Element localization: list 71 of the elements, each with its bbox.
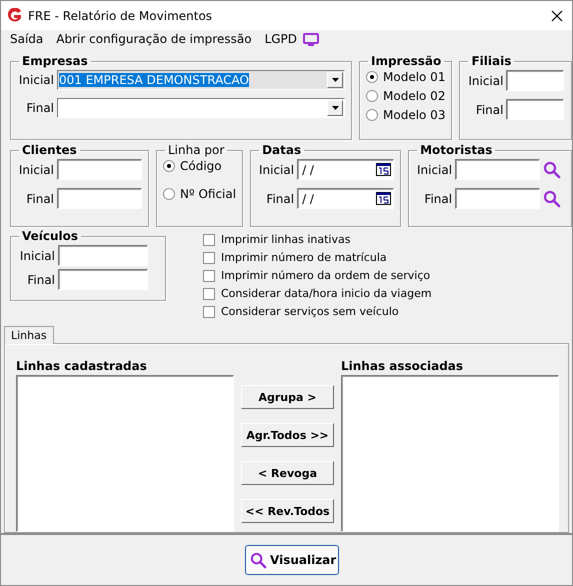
date-field[interactable]: / /	[297, 188, 394, 209]
field-label: Inicial	[18, 162, 54, 176]
search-icon[interactable]	[543, 190, 562, 208]
checkbox-label: Imprimir número de matrícula	[221, 251, 387, 264]
checkbox[interactable]	[203, 270, 215, 282]
group-title: Datas	[261, 143, 302, 157]
input-field[interactable]	[58, 245, 148, 266]
search-icon[interactable]	[543, 160, 562, 178]
logo-icon	[7, 8, 22, 23]
transfer-button[interactable]: Agrupa >	[241, 385, 334, 409]
checkbox[interactable]	[203, 306, 215, 318]
tab[interactable]: Linhas	[4, 326, 54, 344]
list-title: Linhas cadastradas	[16, 359, 148, 373]
field-label: Final	[26, 272, 55, 286]
calendar-icon[interactable]	[376, 192, 392, 205]
checkbox-label: Considerar serviços sem veículo	[221, 305, 399, 318]
group-title: Linha por	[167, 143, 226, 157]
input-field[interactable]	[506, 99, 564, 120]
close-icon[interactable]	[551, 10, 563, 22]
input-field[interactable]	[506, 70, 564, 91]
window-title: FRE - Relatório de Movimentos	[28, 8, 214, 22]
field-label: Final	[265, 192, 294, 206]
checkbox-label: Imprimir linhas inativas	[221, 233, 350, 246]
input-field[interactable]	[57, 188, 142, 209]
field-label: Inicial	[416, 162, 452, 176]
dropdown-field[interactable]: 001 EMPRESA DEMONSTRACAO	[57, 70, 345, 90]
field-label: Inicial	[467, 74, 504, 88]
search-icon[interactable]	[250, 552, 267, 568]
checkbox[interactable]	[203, 234, 215, 246]
list-box[interactable]	[341, 375, 559, 532]
checkbox-label: Considerar data/hora inicio da viagem	[221, 287, 432, 300]
radio-option[interactable]: Modelo 01	[366, 70, 446, 84]
field-label: Final	[25, 101, 54, 115]
menu-item[interactable]: Abrir configuração de impressão	[56, 32, 252, 46]
list-box[interactable]	[16, 375, 234, 532]
menu-item[interactable]: Saída	[10, 32, 44, 46]
checkbox[interactable]	[203, 288, 215, 300]
input-field[interactable]	[455, 188, 540, 209]
radio-option[interactable]: Nº Oficial	[163, 187, 236, 201]
preview-button[interactable]: Visualizar	[245, 545, 339, 575]
dropdown-field[interactable]	[57, 98, 345, 118]
monitor-icon[interactable]	[303, 32, 320, 46]
group-title: Clientes	[21, 143, 78, 157]
transfer-button[interactable]: < Revoga	[241, 461, 334, 485]
checkbox[interactable]	[203, 252, 215, 264]
checkbox-label: Imprimir número da ordem de serviço	[221, 269, 430, 282]
group-title: Motoristas	[419, 143, 494, 157]
input-field[interactable]	[455, 159, 540, 180]
list-title: Linhas associadas	[341, 359, 464, 373]
caret-icon[interactable]	[332, 106, 338, 110]
field-label: Inicial	[18, 248, 55, 262]
group-title: Filiais	[470, 54, 512, 68]
radio-option[interactable]: Código	[163, 159, 236, 173]
group-title: Impressão	[370, 54, 442, 68]
transfer-button[interactable]: << Rev.Todos	[241, 499, 334, 523]
radio-option[interactable]: Modelo 02	[366, 89, 446, 103]
field-label: Final	[423, 192, 452, 206]
caret-icon[interactable]	[332, 78, 338, 82]
group-title: Empresas	[21, 54, 89, 68]
input-field[interactable]	[57, 159, 142, 180]
date-field[interactable]: / /	[297, 159, 394, 180]
transfer-button[interactable]: Agr.Todos >>	[241, 423, 334, 447]
radio-option[interactable]: Modelo 03	[366, 108, 446, 122]
menu-item[interactable]: LGPD	[264, 32, 298, 46]
field-label: Inicial	[258, 162, 294, 176]
field-label: Final	[474, 102, 504, 116]
field-label: Final	[25, 192, 54, 206]
calendar-icon[interactable]	[376, 163, 392, 176]
group-title: Veículos	[21, 229, 80, 243]
field-label: Inicial	[18, 73, 54, 87]
input-field[interactable]	[58, 269, 148, 290]
